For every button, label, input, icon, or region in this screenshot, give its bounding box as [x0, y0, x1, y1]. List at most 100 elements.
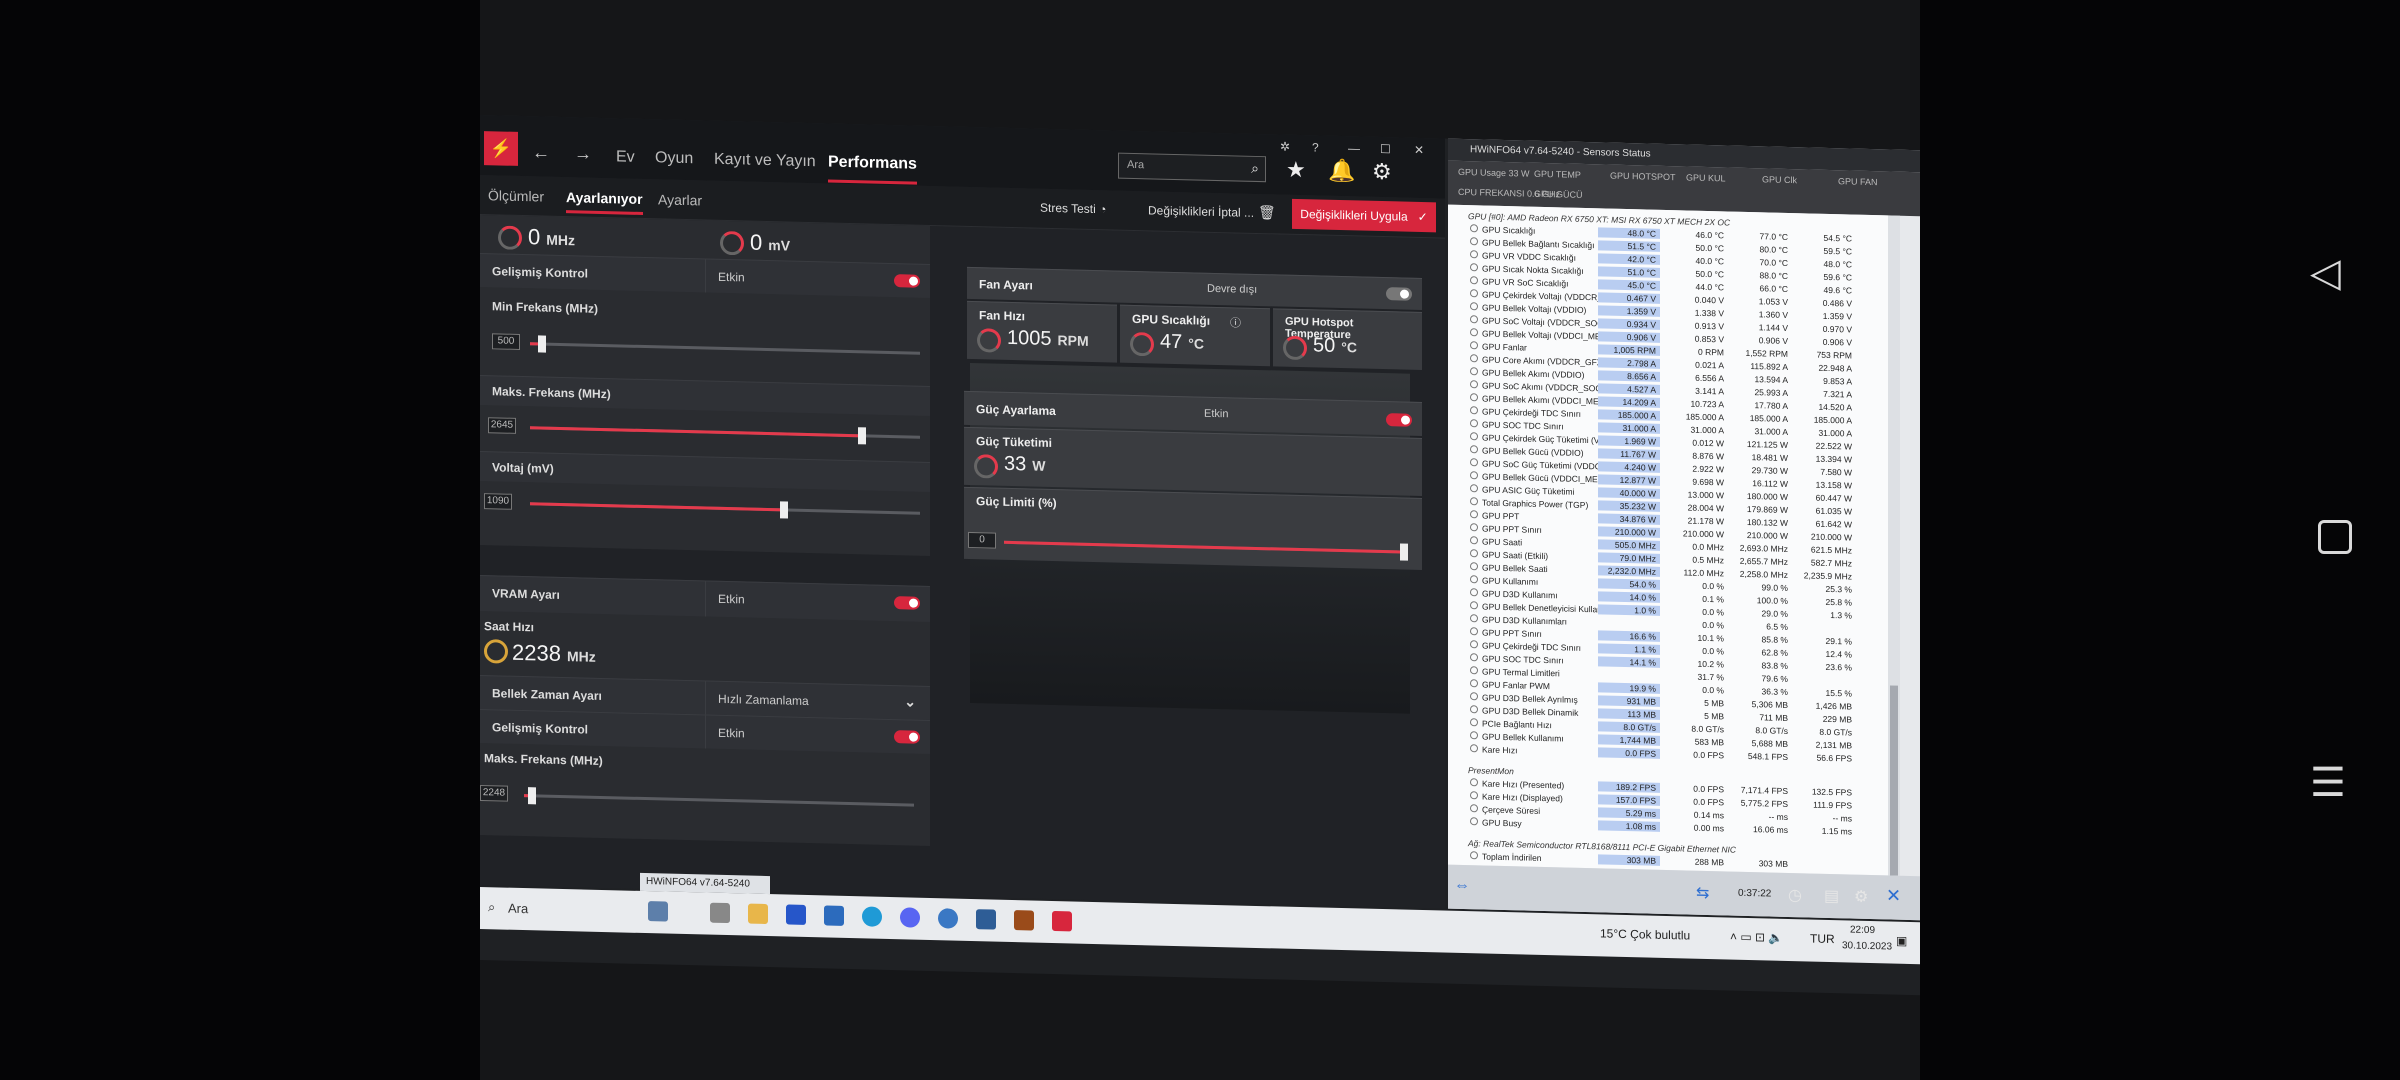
min-frequency-input[interactable]: 500: [492, 333, 520, 350]
notification-center-icon[interactable]: ▣: [1896, 934, 1907, 948]
close-icon[interactable]: ✕: [1414, 143, 1424, 157]
sensor-value: 121.125 W: [1746, 438, 1788, 450]
tray-icons[interactable]: ˄ ▭ ⊡ 🔈: [1730, 930, 1783, 945]
file-explorer-icon[interactable]: [748, 903, 768, 925]
sensor-value: 8.0 GT/s: [1598, 721, 1660, 733]
sensor-section-label: PresentMon: [1468, 765, 1514, 777]
sensor-value: 31.000 A: [1754, 426, 1788, 437]
hwinfo-app-icon[interactable]: [976, 909, 996, 930]
help-icon[interactable]: ?: [1312, 140, 1319, 154]
sensor-name: Toplam İndirilen: [1482, 851, 1542, 863]
apply-changes-button[interactable]: Değişiklikleri Uygula ✓: [1292, 198, 1436, 233]
nav-performance[interactable]: Performans: [828, 153, 917, 185]
discard-changes-button[interactable]: Değişiklikleri İptal ...: [1148, 203, 1254, 220]
tab-tuning[interactable]: Ayarlanıyor: [566, 189, 643, 215]
tab-metrics[interactable]: Ölçümler: [488, 187, 544, 204]
minimize-icon[interactable]: —: [1348, 141, 1360, 155]
memory-timing-select[interactable]: Hızlı Zamanlama: [705, 681, 821, 718]
min-frequency-thumb[interactable]: [537, 335, 546, 353]
game-app-icon[interactable]: [1014, 910, 1034, 931]
weather-status[interactable]: 15°C Çok bulutlu: [1600, 926, 1690, 942]
sensor-value: 8.656 A: [1598, 370, 1660, 382]
voltage-slider[interactable]: [530, 501, 920, 519]
power-limit-slider[interactable]: [1004, 540, 1408, 561]
info-icon[interactable]: ⓘ: [1230, 314, 1241, 330]
max-frequency-input[interactable]: 2645: [488, 417, 516, 434]
sensor-value: 61.035 W: [1815, 505, 1852, 517]
notifications-bell-icon[interactable]: 🔔: [1328, 158, 1355, 185]
power-tuning-toggle[interactable]: [1386, 413, 1412, 427]
sensor-name: GPU Sıcaklığı: [1482, 224, 1536, 236]
back-arrow-icon[interactable]: ←: [532, 142, 550, 163]
nav-record-stream[interactable]: Kayıt ve Yayın: [714, 151, 816, 171]
discord-icon[interactable]: [900, 907, 920, 928]
weather-widget-icon[interactable]: [648, 901, 668, 922]
steam-icon[interactable]: [938, 908, 958, 929]
android-menu-icon[interactable]: ☰: [2310, 760, 2346, 806]
sensor-value: 505.0 MHz: [1598, 539, 1660, 551]
android-back-icon[interactable]: ◁: [2310, 250, 2341, 296]
fan-speed-gauge-icon: [977, 328, 1001, 353]
favorites-star-icon[interactable]: ★: [1286, 157, 1306, 183]
tab-settings[interactable]: Ayarlar: [658, 191, 702, 208]
clock-date[interactable]: 30.10.2023: [1842, 940, 1892, 952]
nav-home[interactable]: Ev: [616, 148, 635, 166]
hwinfo-scrollbar[interactable]: [1888, 215, 1900, 876]
sensor-name: Kare Hızı (Displayed): [1482, 791, 1563, 804]
search-input[interactable]: Ara ⌕: [1118, 152, 1266, 183]
store-icon[interactable]: [786, 904, 806, 925]
forward-arrow-icon[interactable]: →: [574, 143, 592, 164]
max-frequency-thumb[interactable]: [857, 427, 866, 445]
mail-icon[interactable]: [824, 905, 844, 926]
sensor-name: GPU PPT: [1482, 510, 1520, 522]
language-indicator[interactable]: TUR: [1810, 932, 1835, 947]
android-home-icon[interactable]: [2318, 520, 2352, 554]
vram-max-frequency-input[interactable]: 2248: [480, 785, 508, 802]
max-frequency-slider[interactable]: [530, 426, 920, 445]
vram-advanced-control-toggle[interactable]: [894, 730, 920, 744]
fan-tuning-state: Devre dışı: [1207, 282, 1258, 296]
sensor-icon: [1470, 601, 1478, 610]
hwinfo-scrollbar-thumb[interactable]: [1890, 685, 1898, 876]
sensor-icon: [1470, 588, 1478, 597]
vram-max-frequency-slider[interactable]: [524, 787, 914, 807]
nav-games[interactable]: Oyun: [655, 149, 693, 168]
settings-gear-icon[interactable]: ⚙: [1372, 159, 1392, 185]
sensor-value: 1.0 %: [1598, 604, 1660, 616]
settings-icon[interactable]: ⚙: [1854, 887, 1868, 907]
report-icon[interactable]: ▤: [1824, 886, 1839, 906]
fan-tuning-toggle[interactable]: [1386, 287, 1412, 301]
edge-browser-icon[interactable]: [862, 906, 882, 927]
sensor-value: 0.0 MHz: [1692, 541, 1724, 553]
sensor-value: 36.3 %: [1761, 686, 1788, 697]
sensor-value: 51.5 °C: [1598, 240, 1660, 252]
voltage-thumb[interactable]: [779, 501, 788, 519]
sensor-value: 0.0 %: [1702, 606, 1724, 618]
chevron-down-icon[interactable]: ⌄: [904, 693, 916, 710]
arrows-icon[interactable]: ⇔: [1454, 877, 1470, 895]
trash-icon[interactable]: 🗑: [1258, 204, 1276, 221]
maximize-icon[interactable]: ☐: [1380, 142, 1391, 156]
network-icon[interactable]: ⇆: [1696, 883, 1709, 903]
gpu-advanced-control-toggle[interactable]: [894, 274, 920, 288]
sensor-icon: [1470, 705, 1478, 714]
taskbar-search[interactable]: Ara: [484, 895, 644, 925]
clock-time[interactable]: 22:09: [1850, 924, 1875, 936]
close-icon[interactable]: ✕: [1886, 885, 1901, 906]
clock-icon[interactable]: ◷: [1788, 885, 1802, 905]
sensor-value: 14.0 %: [1598, 591, 1660, 603]
amd-app-icon[interactable]: [1052, 910, 1072, 932]
voltage-input[interactable]: 1090: [484, 493, 512, 510]
vram-max-frequency-thumb[interactable]: [527, 787, 536, 805]
power-limit-input[interactable]: 0: [968, 531, 996, 549]
power-limit-thumb[interactable]: [1400, 543, 1408, 561]
sensor-value: 42.0 °C: [1598, 253, 1660, 265]
vram-toggle[interactable]: [894, 596, 920, 610]
min-frequency-slider[interactable]: [530, 335, 920, 355]
sensor-value: 9.853 A: [1823, 375, 1852, 387]
sensor-value: 2,258.0 MHz: [1739, 568, 1788, 580]
bug-report-icon[interactable]: ✲: [1280, 140, 1290, 154]
stress-test-button[interactable]: Stres Testi ◔: [1040, 201, 1106, 217]
sensor-value: 1.08 ms: [1598, 820, 1660, 832]
task-view-icon[interactable]: [710, 902, 730, 924]
